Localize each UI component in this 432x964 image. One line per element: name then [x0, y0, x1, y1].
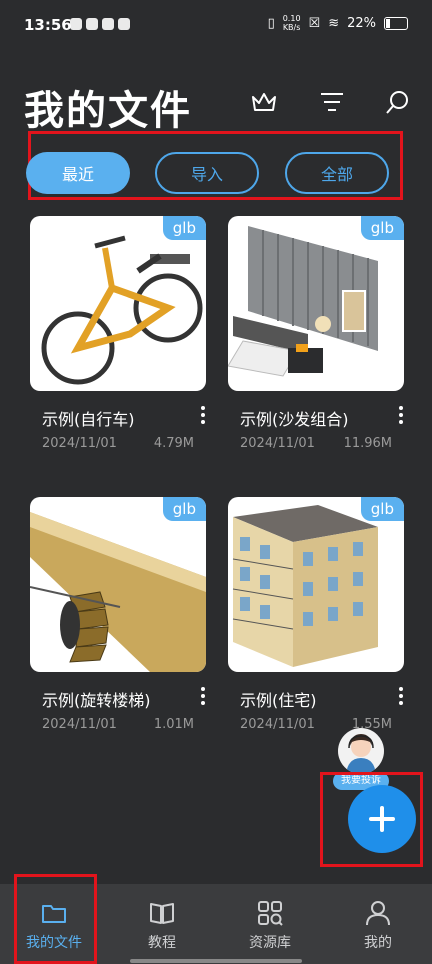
file-date: 2024/11/01 — [240, 717, 315, 732]
tab-group: 最近 导入 全部 — [26, 131, 403, 200]
file-thumbnail[interactable]: glb — [228, 497, 404, 672]
battery-percent: 22% — [347, 15, 376, 31]
residence-thumbnail — [232, 505, 378, 667]
no-sim-icon: ☒ — [308, 15, 321, 31]
support-agent-icon — [338, 728, 384, 774]
file-size: 4.79M — [153, 436, 194, 451]
nav-resources[interactable]: 资源库 — [216, 884, 324, 964]
nav-label: 资源库 — [249, 935, 291, 951]
file-size: 1.01M — [153, 717, 194, 732]
grid-icon — [258, 901, 283, 926]
app-icon — [118, 18, 130, 30]
nav-label: 教程 — [148, 935, 176, 951]
nav-highlight-box — [14, 874, 97, 964]
more-menu-icon[interactable] — [198, 406, 208, 426]
tab-recent[interactable]: 最近 — [26, 152, 130, 194]
more-menu-icon[interactable] — [396, 687, 406, 707]
status-time: 13:56 — [24, 16, 72, 34]
mail-icon — [102, 18, 114, 30]
file-name: 示例(沙发组合) — [240, 410, 349, 429]
vip-crown-icon[interactable] — [250, 88, 278, 116]
status-app-icons — [70, 18, 130, 30]
more-menu-icon[interactable] — [396, 406, 406, 426]
wifi-icon: ≋ — [328, 15, 340, 31]
file-date: 2024/11/01 — [240, 436, 315, 451]
filter-icon[interactable] — [318, 88, 346, 116]
format-badge: glb — [360, 216, 404, 240]
page-title: 我的文件 — [24, 88, 192, 134]
format-badge: glb — [162, 497, 206, 521]
user-icon — [366, 901, 390, 926]
file-name: 示例(旋转楼梯) — [42, 691, 151, 710]
nav-tutorial[interactable]: 教程 — [108, 884, 216, 964]
battery-icon — [384, 16, 408, 30]
file-size: 11.96M — [343, 436, 392, 451]
spiral-staircase-thumbnail — [30, 512, 206, 672]
file-name: 示例(住宅) — [240, 691, 317, 710]
sofa-set-thumbnail — [228, 226, 378, 377]
tiktok-icon — [70, 18, 82, 30]
file-thumbnail[interactable]: glb — [30, 497, 206, 672]
search-icon[interactable] — [384, 88, 412, 116]
file-date: 2024/11/01 — [42, 436, 117, 451]
nav-label: 我的 — [364, 935, 392, 951]
vibrate-icon: ▯ — [267, 15, 275, 31]
app-icon — [86, 18, 98, 30]
file-name: 示例(自行车) — [42, 410, 135, 429]
nav-profile[interactable]: 我的 — [324, 884, 432, 964]
bicycle-thumbnail — [41, 235, 203, 385]
more-menu-icon[interactable] — [198, 687, 208, 707]
file-thumbnail[interactable]: glb — [228, 216, 404, 391]
home-indicator[interactable] — [130, 959, 302, 963]
status-right: ▯ 0.10 KB/s ☒ ≋ 22% — [268, 14, 408, 32]
format-badge: glb — [162, 216, 206, 240]
add-file-button[interactable] — [348, 785, 416, 853]
tab-all[interactable]: 全部 — [285, 152, 389, 194]
tab-import[interactable]: 导入 — [155, 152, 259, 194]
status-bar: 13:56 ▯ 0.10 KB/s ☒ ≋ 22% — [0, 0, 432, 52]
file-date: 2024/11/01 — [42, 717, 117, 732]
file-thumbnail[interactable]: glb — [30, 216, 206, 391]
book-icon — [150, 903, 174, 924]
net-speed: 0.10 KB/s — [282, 14, 301, 32]
format-badge: glb — [360, 497, 404, 521]
